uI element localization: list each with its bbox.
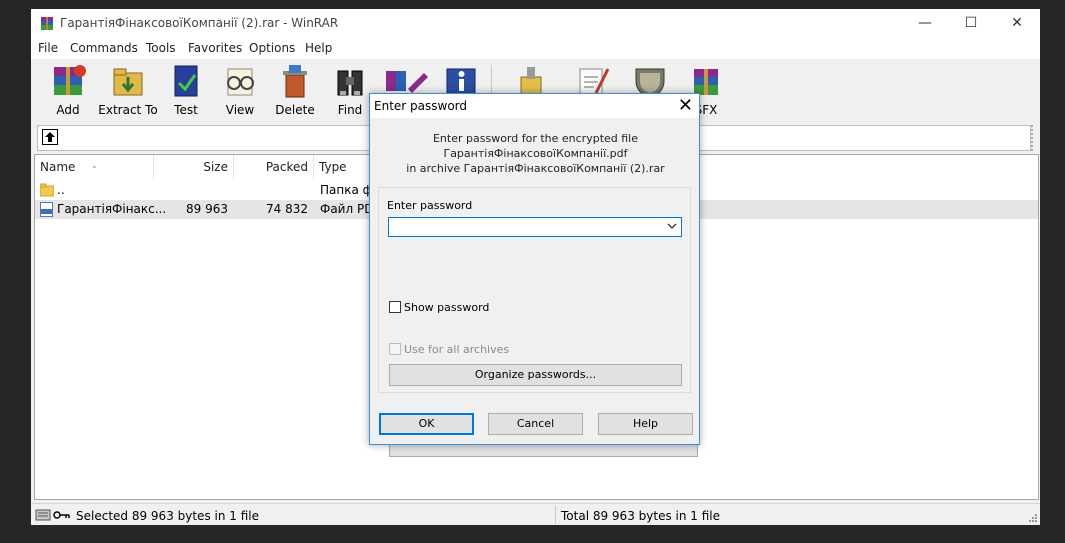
menu-favorites[interactable]: Favorites bbox=[188, 41, 242, 55]
minimize-button[interactable]: — bbox=[902, 9, 948, 38]
close-button[interactable]: ✕ bbox=[994, 9, 1040, 38]
drive-key-icon bbox=[35, 509, 70, 521]
extract-to-label: Extract To bbox=[98, 103, 158, 117]
file-name: ГарантіяФінакс... bbox=[57, 202, 167, 216]
status-selected: Selected 89 963 bytes in 1 file bbox=[76, 509, 259, 523]
organize-passwords-button[interactable]: Organize passwords... bbox=[389, 364, 682, 386]
delete-button[interactable]: Delete bbox=[267, 63, 323, 123]
dialog-title: Enter password bbox=[374, 99, 467, 113]
password-input[interactable] bbox=[388, 217, 682, 237]
dialog-info: Enter password for the encrypted file Га… bbox=[370, 131, 701, 176]
ok-button[interactable]: OK bbox=[379, 413, 474, 435]
dialog-close-icon[interactable]: ✕ bbox=[678, 95, 693, 117]
menu-commands[interactable]: Commands bbox=[70, 41, 138, 55]
info-line-archive: in archive ГарантіяФінаксовоїКомпанії (2… bbox=[406, 162, 665, 175]
status-total: Total 89 963 bytes in 1 file bbox=[561, 509, 720, 523]
add-button[interactable]: Add bbox=[40, 63, 96, 123]
file-packed: 74 832 bbox=[266, 202, 308, 216]
test-label: Test bbox=[174, 103, 198, 117]
extract-folder-icon bbox=[113, 68, 143, 96]
info-line-file: ГарантіяФінаксовоїКомпанії.pdf bbox=[443, 147, 628, 160]
column-header-type[interactable]: Type bbox=[314, 155, 372, 180]
chevron-down-icon[interactable] bbox=[667, 221, 677, 231]
column-header-size[interactable]: Size bbox=[154, 155, 234, 180]
test-button[interactable]: Test bbox=[158, 63, 214, 123]
winrar-app-icon bbox=[41, 17, 53, 30]
view-label: View bbox=[225, 103, 255, 117]
add-label: Add bbox=[56, 103, 80, 117]
info-line-1: Enter password for the encrypted file bbox=[432, 132, 639, 145]
show-password-label: Show password bbox=[404, 301, 490, 314]
sort-arrow-icon: ⌄ bbox=[91, 161, 98, 170]
test-book-icon bbox=[174, 65, 198, 97]
window-title: ГарантіяФінаксовоїКомпанії (2).rar - Win… bbox=[60, 16, 339, 30]
dialog-title-bar: Enter password ✕ bbox=[370, 94, 699, 118]
delete-label: Delete bbox=[275, 103, 315, 117]
cancel-button[interactable]: Cancel bbox=[488, 413, 583, 435]
help-button[interactable]: Help bbox=[598, 413, 693, 435]
add-archive-icon bbox=[54, 65, 86, 95]
menu-options[interactable]: Options bbox=[249, 41, 295, 55]
status-divider bbox=[555, 506, 556, 524]
view-button[interactable]: View bbox=[212, 63, 268, 123]
column-header-name[interactable]: Name ⌄ bbox=[35, 155, 154, 180]
show-password-checkbox[interactable] bbox=[389, 301, 401, 313]
up-folder-icon[interactable] bbox=[42, 129, 58, 145]
toolbar-grip bbox=[1031, 125, 1038, 151]
password-dialog: Enter password ✕ Enter password for the … bbox=[369, 93, 700, 445]
folder-icon bbox=[40, 183, 54, 197]
pdf-file-icon bbox=[40, 202, 53, 217]
file-name: .. bbox=[57, 183, 65, 197]
menu-bar: File Commands Tools Favorites Options He… bbox=[31, 38, 1040, 59]
menu-tools[interactable]: Tools bbox=[146, 41, 176, 55]
title-bar: ГарантіяФінаксовоїКомпанії (2).rar - Win… bbox=[31, 9, 1040, 38]
extract-to-button[interactable]: Extract To bbox=[98, 63, 158, 123]
use-for-all-label: Use for all archives bbox=[404, 343, 510, 356]
file-size: 89 963 bbox=[186, 202, 228, 216]
view-glasses-icon bbox=[227, 68, 254, 96]
menu-file[interactable]: File bbox=[38, 41, 58, 55]
use-for-all-checkbox[interactable] bbox=[389, 343, 401, 355]
find-binoculars-icon bbox=[337, 70, 363, 96]
menu-help[interactable]: Help bbox=[305, 41, 332, 55]
delete-icon bbox=[283, 65, 307, 98]
status-bar: Selected 89 963 bytes in 1 file Total 89… bbox=[31, 503, 1040, 525]
column-header-packed[interactable]: Packed bbox=[234, 155, 314, 180]
resize-grip-icon[interactable] bbox=[1029, 514, 1038, 523]
password-label: Enter password bbox=[387, 199, 473, 212]
background-dialog-edge bbox=[389, 445, 698, 457]
maximize-button[interactable]: ☐ bbox=[948, 9, 994, 38]
